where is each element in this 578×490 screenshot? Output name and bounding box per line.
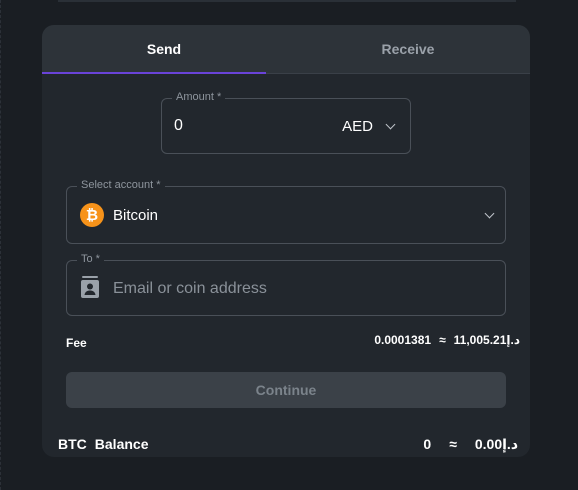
active-tab-indicator <box>42 72 266 74</box>
tab-send[interactable]: Send <box>42 25 286 73</box>
fee-crypto-amount: 0.0001381 <box>374 333 432 347</box>
contact-card-icon[interactable] <box>80 276 100 300</box>
balance-fiat-amount: د.إ0.00 <box>474 436 518 452</box>
send-card: Send Receive Amount * 0 AED Select accou… <box>42 25 530 457</box>
amount-field[interactable]: Amount * 0 AED <box>161 91 411 154</box>
amount-input[interactable]: 0 <box>174 99 183 153</box>
account-chevron <box>484 187 495 243</box>
continue-button[interactable]: Continue <box>66 372 506 408</box>
recipient-field[interactable]: To * <box>66 253 506 317</box>
tab-receive[interactable]: Receive <box>286 25 530 73</box>
tab-send-label: Send <box>146 41 182 57</box>
tab-receive-label: Receive <box>381 41 435 57</box>
balance-ticker: BTC <box>58 436 87 452</box>
bitcoin-icon: ₿ <box>80 203 104 227</box>
approx-sign: ≈ <box>439 333 446 347</box>
currency-select[interactable]: AED <box>342 99 396 153</box>
balance-label-group: BTC Balance <box>58 436 148 452</box>
balance-value-group: 0 ≈ د.إ0.00 <box>423 436 518 453</box>
continue-label: Continue <box>255 382 317 398</box>
chevron-down-icon <box>385 119 396 129</box>
balance-crypto-amount: 0 <box>423 436 432 452</box>
recipient-label: To * <box>77 253 104 265</box>
page-edge <box>0 0 3 490</box>
account-name: Bitcoin <box>113 206 159 224</box>
chevron-down-icon <box>484 208 495 218</box>
currency-value: AED <box>342 117 373 135</box>
account-select[interactable]: Select account * ₿ Bitcoin <box>66 179 506 244</box>
top-edge-strip <box>58 0 516 2</box>
approx-sign: ≈ <box>449 436 457 452</box>
fee-label: Fee <box>66 336 87 350</box>
recipient-input[interactable] <box>111 261 495 317</box>
balance-label: Balance <box>94 436 149 452</box>
fee-fiat-amount: د.إ11,005.21 <box>453 333 520 347</box>
fee-value: 0.0001381 ≈ د.إ11,005.21 <box>374 333 520 347</box>
tab-bar: Send Receive <box>42 25 530 74</box>
